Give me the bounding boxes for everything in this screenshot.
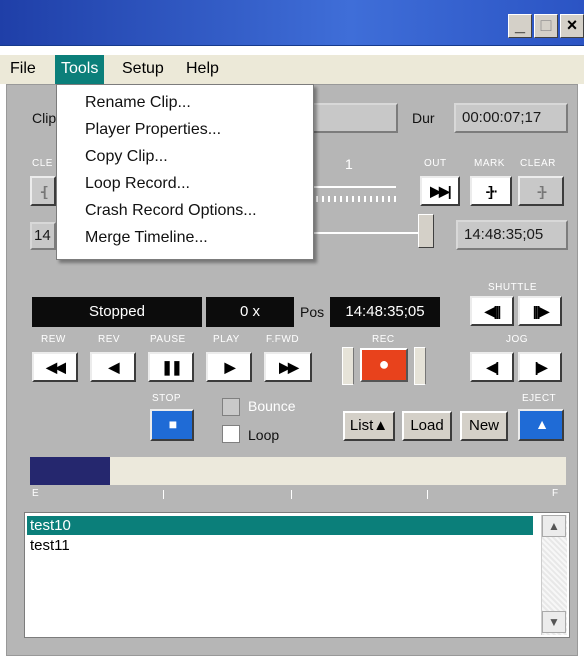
maximize-button[interactable]: □ <box>534 14 558 38</box>
play-label: PLAY <box>213 334 240 345</box>
bounce-label: Bounce <box>248 398 296 414</box>
go-to-out-button[interactable]: ▶▶| <box>420 176 460 206</box>
reverse-play-button[interactable]: ◀ <box>90 352 136 382</box>
stop-label: STOP <box>152 393 182 404</box>
shuttle-label: SHUTTLE <box>488 282 538 293</box>
rewind-button[interactable]: ◀◀ <box>32 352 78 382</box>
timeline-tick <box>427 490 428 499</box>
in-time-field: 14 <box>30 222 56 250</box>
shuttle-reverse-button[interactable]: ◀||| <box>470 296 514 326</box>
clear-in-button[interactable]: -[ <box>30 176 56 206</box>
stop-button[interactable]: ■ <box>150 409 194 441</box>
list-item[interactable]: test11 <box>27 536 70 555</box>
menu-item-copy-clip[interactable]: Copy Clip... <box>85 145 168 169</box>
speed-display: 0 x <box>206 297 294 327</box>
position-display: 14:48:35;05 <box>330 297 440 327</box>
pause-label: PAUSE <box>150 334 186 345</box>
menu-item-player-properties[interactable]: Player Properties... <box>85 118 221 142</box>
mark-label: MARK <box>474 158 505 169</box>
record-button[interactable]: ● <box>360 348 408 382</box>
clear-label: CLE <box>32 158 53 169</box>
pos-label: Pos <box>300 304 325 320</box>
dur-label: Dur <box>412 110 435 126</box>
shuttle-forward-button[interactable]: |||▶ <box>518 296 562 326</box>
ffwd-label: F.FWD <box>266 334 300 345</box>
minimize-button[interactable]: _ <box>508 14 532 38</box>
timeline-start-label: E <box>32 488 40 499</box>
eject-button[interactable]: ▲ <box>518 409 564 441</box>
rew-label: REW <box>41 334 66 345</box>
new-button[interactable]: New <box>460 411 508 441</box>
scroll-down-arrow-icon[interactable]: ▼ <box>542 611 566 633</box>
menu-file[interactable]: File <box>4 55 42 84</box>
timeline-end-label: F <box>552 488 559 499</box>
timeline-tick <box>163 490 164 499</box>
timeline-tick <box>291 490 292 499</box>
position-slider-thumb[interactable] <box>418 214 434 248</box>
play-button[interactable]: ▶ <box>206 352 252 382</box>
menu-setup[interactable]: Setup <box>116 55 170 84</box>
mark-out-button[interactable]: -]·· <box>470 176 512 206</box>
menu-help[interactable]: Help <box>180 55 225 84</box>
out-label: OUT <box>424 158 447 169</box>
clear-out-label: CLEAR <box>520 158 556 169</box>
list-scrollbar[interactable]: ▲ ▼ <box>541 515 567 635</box>
menu-item-loop-record[interactable]: Loop Record... <box>85 172 190 196</box>
tools-menu: Rename Clip... Player Properties... Copy… <box>56 84 314 260</box>
out-time-field: 14:48:35;05 <box>456 220 568 250</box>
list-button[interactable]: List▲ <box>343 411 395 441</box>
eject-label: EJECT <box>522 393 557 404</box>
pause-button[interactable]: ❚❚ <box>148 352 194 382</box>
timeline-bar[interactable] <box>30 457 566 485</box>
scroll-up-arrow-icon[interactable]: ▲ <box>542 515 566 537</box>
menu-item-crash-record-options[interactable]: Crash Record Options... <box>85 199 257 223</box>
list-item[interactable]: test10 <box>27 516 533 535</box>
loop-checkbox[interactable] <box>222 425 240 443</box>
slider-ticks <box>316 196 396 202</box>
rev-label: REV <box>98 334 121 345</box>
jog-reverse-button[interactable]: ◀| <box>470 352 514 382</box>
position-slider-track <box>314 232 424 234</box>
bounce-checkbox[interactable] <box>222 398 240 416</box>
rec-bracket-left <box>342 347 354 385</box>
rec-bracket-right <box>414 347 426 385</box>
clip-list[interactable]: test10 test11 ▲ ▼ <box>24 512 570 638</box>
jog-label: JOG <box>506 334 529 345</box>
close-button[interactable]: × <box>560 14 584 38</box>
status-display: Stopped <box>32 297 202 327</box>
title-bar: _ □ × <box>0 0 584 46</box>
fast-forward-button[interactable]: ▶▶ <box>264 352 312 382</box>
menu-item-merge-timeline[interactable]: Merge Timeline... <box>85 226 208 250</box>
menu-item-rename-clip[interactable]: Rename Clip... <box>85 91 191 115</box>
load-button[interactable]: Load <box>402 411 452 441</box>
timeline-progress <box>30 457 110 485</box>
loop-label: Loop <box>248 427 280 443</box>
jog-slider-track <box>314 186 396 188</box>
speed-scale-label: 1 <box>345 156 353 172</box>
clear-out-button[interactable]: -]- <box>518 176 564 206</box>
clip-label: Clip <box>32 110 57 126</box>
jog-forward-button[interactable]: |▶ <box>518 352 562 382</box>
rec-label: REC <box>372 334 395 345</box>
duration-field: 00:00:07;17 <box>454 103 568 133</box>
menu-bar: File Tools Setup Help <box>0 55 584 84</box>
menu-tools[interactable]: Tools <box>55 55 105 84</box>
